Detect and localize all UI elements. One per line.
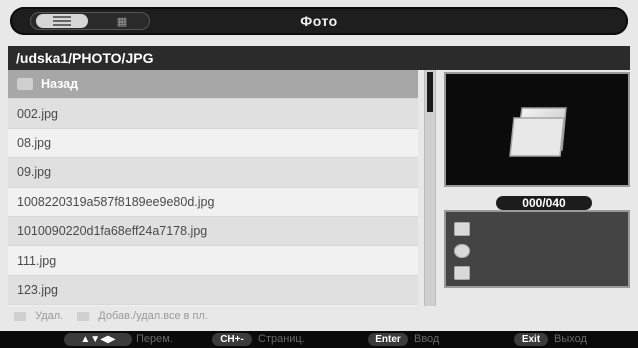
footer-key-exit[interactable]: Exit <box>514 333 548 346</box>
footer-label-exit: Выход <box>554 333 587 345</box>
scrollbar-thumb[interactable] <box>427 72 433 112</box>
file-name: 1008220319a587f8189ee9e80d.jpg <box>17 194 215 209</box>
hint-label: Добав./удал.все в пл. <box>98 310 208 322</box>
item-counter: 000/040 <box>496 196 592 210</box>
footer-key-enter[interactable]: Enter <box>368 333 408 346</box>
page-title: Фото <box>300 13 338 29</box>
footer-key-page[interactable]: CH+- <box>212 333 252 346</box>
camera-icon <box>454 244 470 258</box>
hint-key-icon <box>77 311 90 321</box>
info-panel <box>444 210 630 288</box>
list-item[interactable]: 123.jpg <box>8 275 418 306</box>
preview-panel <box>444 72 630 187</box>
hint-add-remove-all: Добав./удал.все в пл. <box>77 310 208 322</box>
file-name: 1010090220d1fa68eff24a7178.jpg <box>17 224 208 239</box>
file-name: 08.jpg <box>17 135 52 150</box>
file-list: Назад 002.jpg 08.jpg 09.jpg 1008220319a5… <box>8 70 418 306</box>
footer-bar: ▲▼◀▶ Перем. CH+- Страниц. Enter Ввод Exi… <box>0 331 638 348</box>
hint-bar: Удал. Добав./удал.все в пл. <box>8 307 434 325</box>
tv-media-screen: ▦ Фото /udska1/PHOTO/JPG Назад 002.jpg 0… <box>0 0 638 348</box>
back-label: Назад <box>41 77 79 92</box>
folder-icon <box>509 107 567 157</box>
hint-label: Удал. <box>35 310 64 322</box>
hint-delete: Удал. <box>14 310 63 322</box>
back-folder-icon <box>17 78 33 91</box>
list-item-back[interactable]: Назад <box>8 70 418 100</box>
list-item[interactable]: 111.jpg <box>8 246 418 276</box>
resolution-icon <box>454 266 470 280</box>
breadcrumb-path: /udska1/PHOTO/JPG <box>8 46 630 70</box>
footer-key-move[interactable]: ▲▼◀▶ <box>64 333 132 346</box>
file-name: 111.jpg <box>17 253 57 268</box>
calendar-icon <box>454 222 470 236</box>
file-name: 123.jpg <box>17 282 59 297</box>
list-item[interactable]: 09.jpg <box>8 158 418 188</box>
file-name: 09.jpg <box>17 165 52 180</box>
list-item[interactable]: 08.jpg <box>8 129 418 159</box>
footer-label-page: Страниц. <box>258 333 305 345</box>
title-bar: ▦ Фото <box>10 7 628 35</box>
footer-label-move: Перем. <box>136 333 173 345</box>
list-item[interactable]: 002.jpg <box>8 99 418 129</box>
list-scrollbar[interactable] <box>424 70 436 306</box>
file-name: 002.jpg <box>17 106 59 121</box>
footer-label-enter: Ввод <box>414 333 440 345</box>
list-item[interactable]: 1010090220d1fa68eff24a7178.jpg <box>8 216 418 247</box>
list-item[interactable]: 1008220319a587f8189ee9e80d.jpg <box>8 188 418 217</box>
hint-key-icon <box>14 311 26 321</box>
